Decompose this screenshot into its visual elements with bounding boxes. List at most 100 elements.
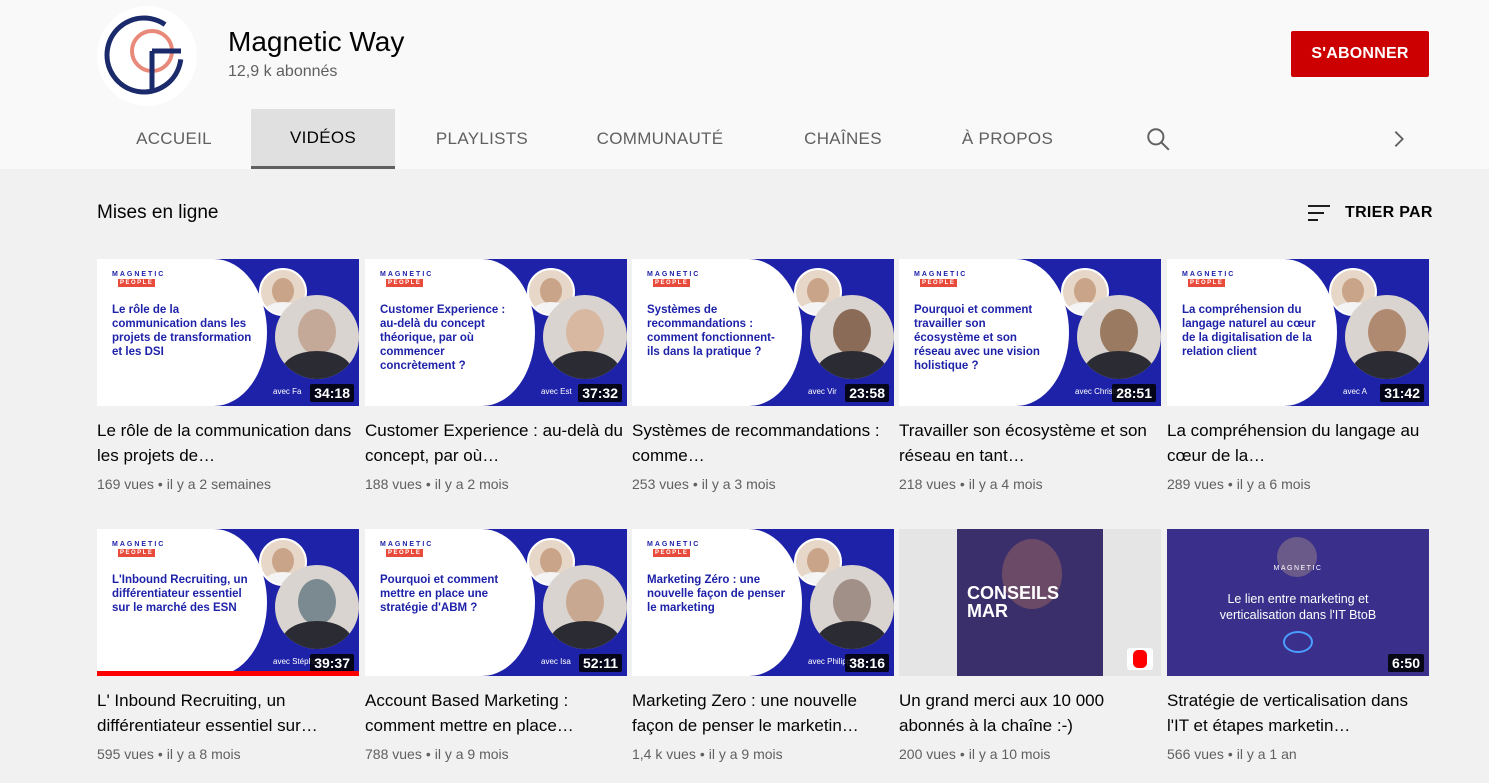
video-thumbnail[interactable]: MAGNETIC PEOPLE Systèmes de recommandatio…	[632, 259, 894, 406]
guest-caption: avec Est	[541, 387, 572, 396]
duration-badge: 31:42	[1380, 384, 1424, 402]
guest-photo	[810, 565, 894, 649]
video-title[interactable]: Le rôle de la communication dans les pro…	[97, 418, 359, 468]
video-card[interactable]: MAGNETIC PEOPLE Marketing Zéro : une nouv…	[632, 529, 894, 762]
video-thumbnail[interactable]: MAGNETIC PEOPLE Customer Experience : au-…	[365, 259, 627, 406]
video-thumbnail[interactable]: MAGNETIC PEOPLE Le rôle de la communicati…	[97, 259, 359, 406]
video-thumbnail[interactable]: MAGNETIC PEOPLE L'Inbound Recruiting, un …	[97, 529, 359, 676]
thumb-brand: MAGNETIC PEOPLE	[647, 541, 701, 557]
upload-age: il y a 3 mois	[701, 476, 776, 492]
duration-badge: 37:32	[578, 384, 622, 402]
thumb-text: CONSEILS MAR	[967, 583, 1060, 621]
guest-photo	[543, 295, 627, 379]
view-count: 218 vues	[899, 476, 956, 492]
magnetic-logo-icon	[104, 15, 184, 95]
video-thumbnail[interactable]: MAGNETIC PEOPLE Pourquoi et comment mettr…	[365, 529, 627, 676]
sort-button[interactable]: TRIER PAR	[1307, 200, 1433, 226]
video-title[interactable]: La compréhension du langage au cœur de l…	[1167, 418, 1429, 468]
video-card[interactable]: MAGNETIC PEOPLE La compréhension du langa…	[1167, 259, 1429, 492]
video-meta: 788 vues • il y a 9 mois	[365, 746, 509, 762]
upload-age: il y a 10 mois	[968, 746, 1051, 762]
upload-age: il y a 9 mois	[708, 746, 783, 762]
video-thumbnail[interactable]: MAGNETIC PEOPLE La compréhension du langa…	[1167, 259, 1429, 406]
video-title[interactable]: Travailler son écosystème et son réseau …	[899, 418, 1161, 468]
tab-videos[interactable]: VIDÉOS	[251, 109, 395, 169]
view-count: 169 vues	[97, 476, 154, 492]
guest-caption: avec Vir	[808, 387, 837, 396]
tab-communaute[interactable]: COMMUNAUTÉ	[569, 109, 751, 169]
video-thumbnail[interactable]: CONSEILS MAR	[899, 529, 1161, 676]
guest-photo	[275, 295, 359, 379]
video-card[interactable]: CONSEILS MAR Un grand merci aux 10 000 a…	[899, 529, 1161, 762]
video-title[interactable]: Marketing Zero : une nouvelle façon de p…	[632, 688, 894, 738]
upload-age: il y a 8 mois	[166, 746, 241, 762]
thumb-text: Le lien entre marketing et verticalisati…	[1219, 592, 1377, 622]
duration-badge: 28:51	[1112, 384, 1156, 402]
guest-caption: avec Isa	[541, 657, 571, 666]
duration-badge: 23:58	[845, 384, 889, 402]
video-meta: 253 vues • il y a 3 mois	[632, 476, 776, 492]
search-icon[interactable]	[1145, 126, 1171, 152]
tab-accueil[interactable]: ACCUEIL	[97, 109, 251, 169]
view-count: 1,4 k vues	[632, 746, 696, 762]
video-thumbnail[interactable]: MAGNETIC Le lien entre marketing et vert…	[1167, 529, 1429, 676]
video-title[interactable]: Systèmes de recommandations : comme…	[632, 418, 894, 468]
chevron-right-icon[interactable]	[1388, 128, 1410, 150]
video-meta: 1,4 k vues • il y a 9 mois	[632, 746, 783, 762]
video-card[interactable]: MAGNETIC PEOPLE L'Inbound Recruiting, un …	[97, 529, 359, 762]
thumb-text: Pourquoi et comment travailler son écosy…	[914, 304, 1040, 372]
guest-photo	[810, 295, 894, 379]
upload-age: il y a 2 mois	[434, 476, 509, 492]
thumb-text: Marketing Zéro : une nouvelle façon de p…	[647, 574, 786, 614]
thumb-text: Pourquoi et comment mettre en place une …	[380, 574, 499, 614]
video-thumbnail[interactable]: MAGNETIC PEOPLE Marketing Zéro : une nouv…	[632, 529, 894, 676]
view-count: 200 vues	[899, 746, 956, 762]
video-title[interactable]: Account Based Marketing : comment mettre…	[365, 688, 627, 738]
subscribe-button[interactable]: S'ABONNER	[1291, 31, 1429, 77]
video-meta: 289 vues • il y a 6 mois	[1167, 476, 1311, 492]
channel-avatar[interactable]	[97, 6, 197, 106]
thumb-brand: MAGNETIC	[1273, 565, 1323, 572]
duration-badge: 52:11	[578, 654, 622, 672]
duration-badge: 38:16	[845, 654, 889, 672]
video-card[interactable]: MAGNETIC PEOPLE Customer Experience : au-…	[365, 259, 627, 492]
thumb-text: L'Inbound Recruiting, un différentiateur…	[112, 574, 248, 614]
guest-photo	[1345, 295, 1429, 379]
thumb-brand: MAGNETIC PEOPLE	[380, 541, 434, 557]
video-card[interactable]: MAGNETIC PEOPLE Pourquoi et comment trava…	[899, 259, 1161, 492]
channel-tabs: ACCUEIL VIDÉOS PLAYLISTS COMMUNAUTÉ CHAÎ…	[97, 109, 1080, 169]
upload-age: il y a 1 an	[1236, 746, 1297, 762]
upload-age: il y a 4 mois	[968, 476, 1043, 492]
duration-badge: 6:50	[1387, 654, 1424, 672]
video-meta: 188 vues • il y a 2 mois	[365, 476, 509, 492]
thumb-text: Le rôle de la communication dans les pro…	[112, 304, 252, 358]
thumb-text: La compréhension du langage naturel au c…	[1182, 304, 1316, 358]
video-card[interactable]: MAGNETIC PEOPLE Pourquoi et comment mettr…	[365, 529, 627, 762]
video-meta: 595 vues • il y a 8 mois	[97, 746, 241, 762]
video-title[interactable]: Stratégie de verticalisation dans l'IT e…	[1167, 688, 1429, 738]
guest-caption: avec Fa	[273, 387, 302, 396]
tab-a-propos[interactable]: À PROPOS	[935, 109, 1080, 169]
tab-chaines[interactable]: CHAÎNES	[751, 109, 935, 169]
view-count: 289 vues	[1167, 476, 1224, 492]
video-thumbnail[interactable]: MAGNETIC PEOPLE Pourquoi et comment trava…	[899, 259, 1161, 406]
video-card[interactable]: MAGNETIC Le lien entre marketing et vert…	[1167, 529, 1429, 762]
tab-playlists[interactable]: PLAYLISTS	[395, 109, 569, 169]
video-title[interactable]: Un grand merci aux 10 000 abonnés à la c…	[899, 688, 1161, 738]
shorts-icon	[1127, 648, 1153, 670]
view-count: 253 vues	[632, 476, 689, 492]
thumb-brand: MAGNETIC PEOPLE	[380, 271, 434, 287]
view-count: 595 vues	[97, 746, 154, 762]
subscriber-count: 12,9 k abonnés	[228, 63, 338, 80]
video-card[interactable]: MAGNETIC PEOPLE Systèmes de recommandatio…	[632, 259, 894, 492]
video-card[interactable]: MAGNETIC PEOPLE Le rôle de la communicati…	[97, 259, 359, 492]
guest-caption: avec A	[1343, 387, 1368, 396]
thumb-text: Customer Experience : au-delà du concept…	[380, 304, 506, 372]
video-title[interactable]: L' Inbound Recruiting, un différentiateu…	[97, 688, 359, 738]
view-count: 188 vues	[365, 476, 422, 492]
thumb-brand: MAGNETIC PEOPLE	[112, 271, 166, 287]
sort-icon	[1308, 205, 1330, 221]
upload-age: il y a 6 mois	[1236, 476, 1311, 492]
video-title[interactable]: Customer Experience : au-delà du concept…	[365, 418, 627, 468]
section-title: Mises en ligne	[97, 202, 219, 223]
